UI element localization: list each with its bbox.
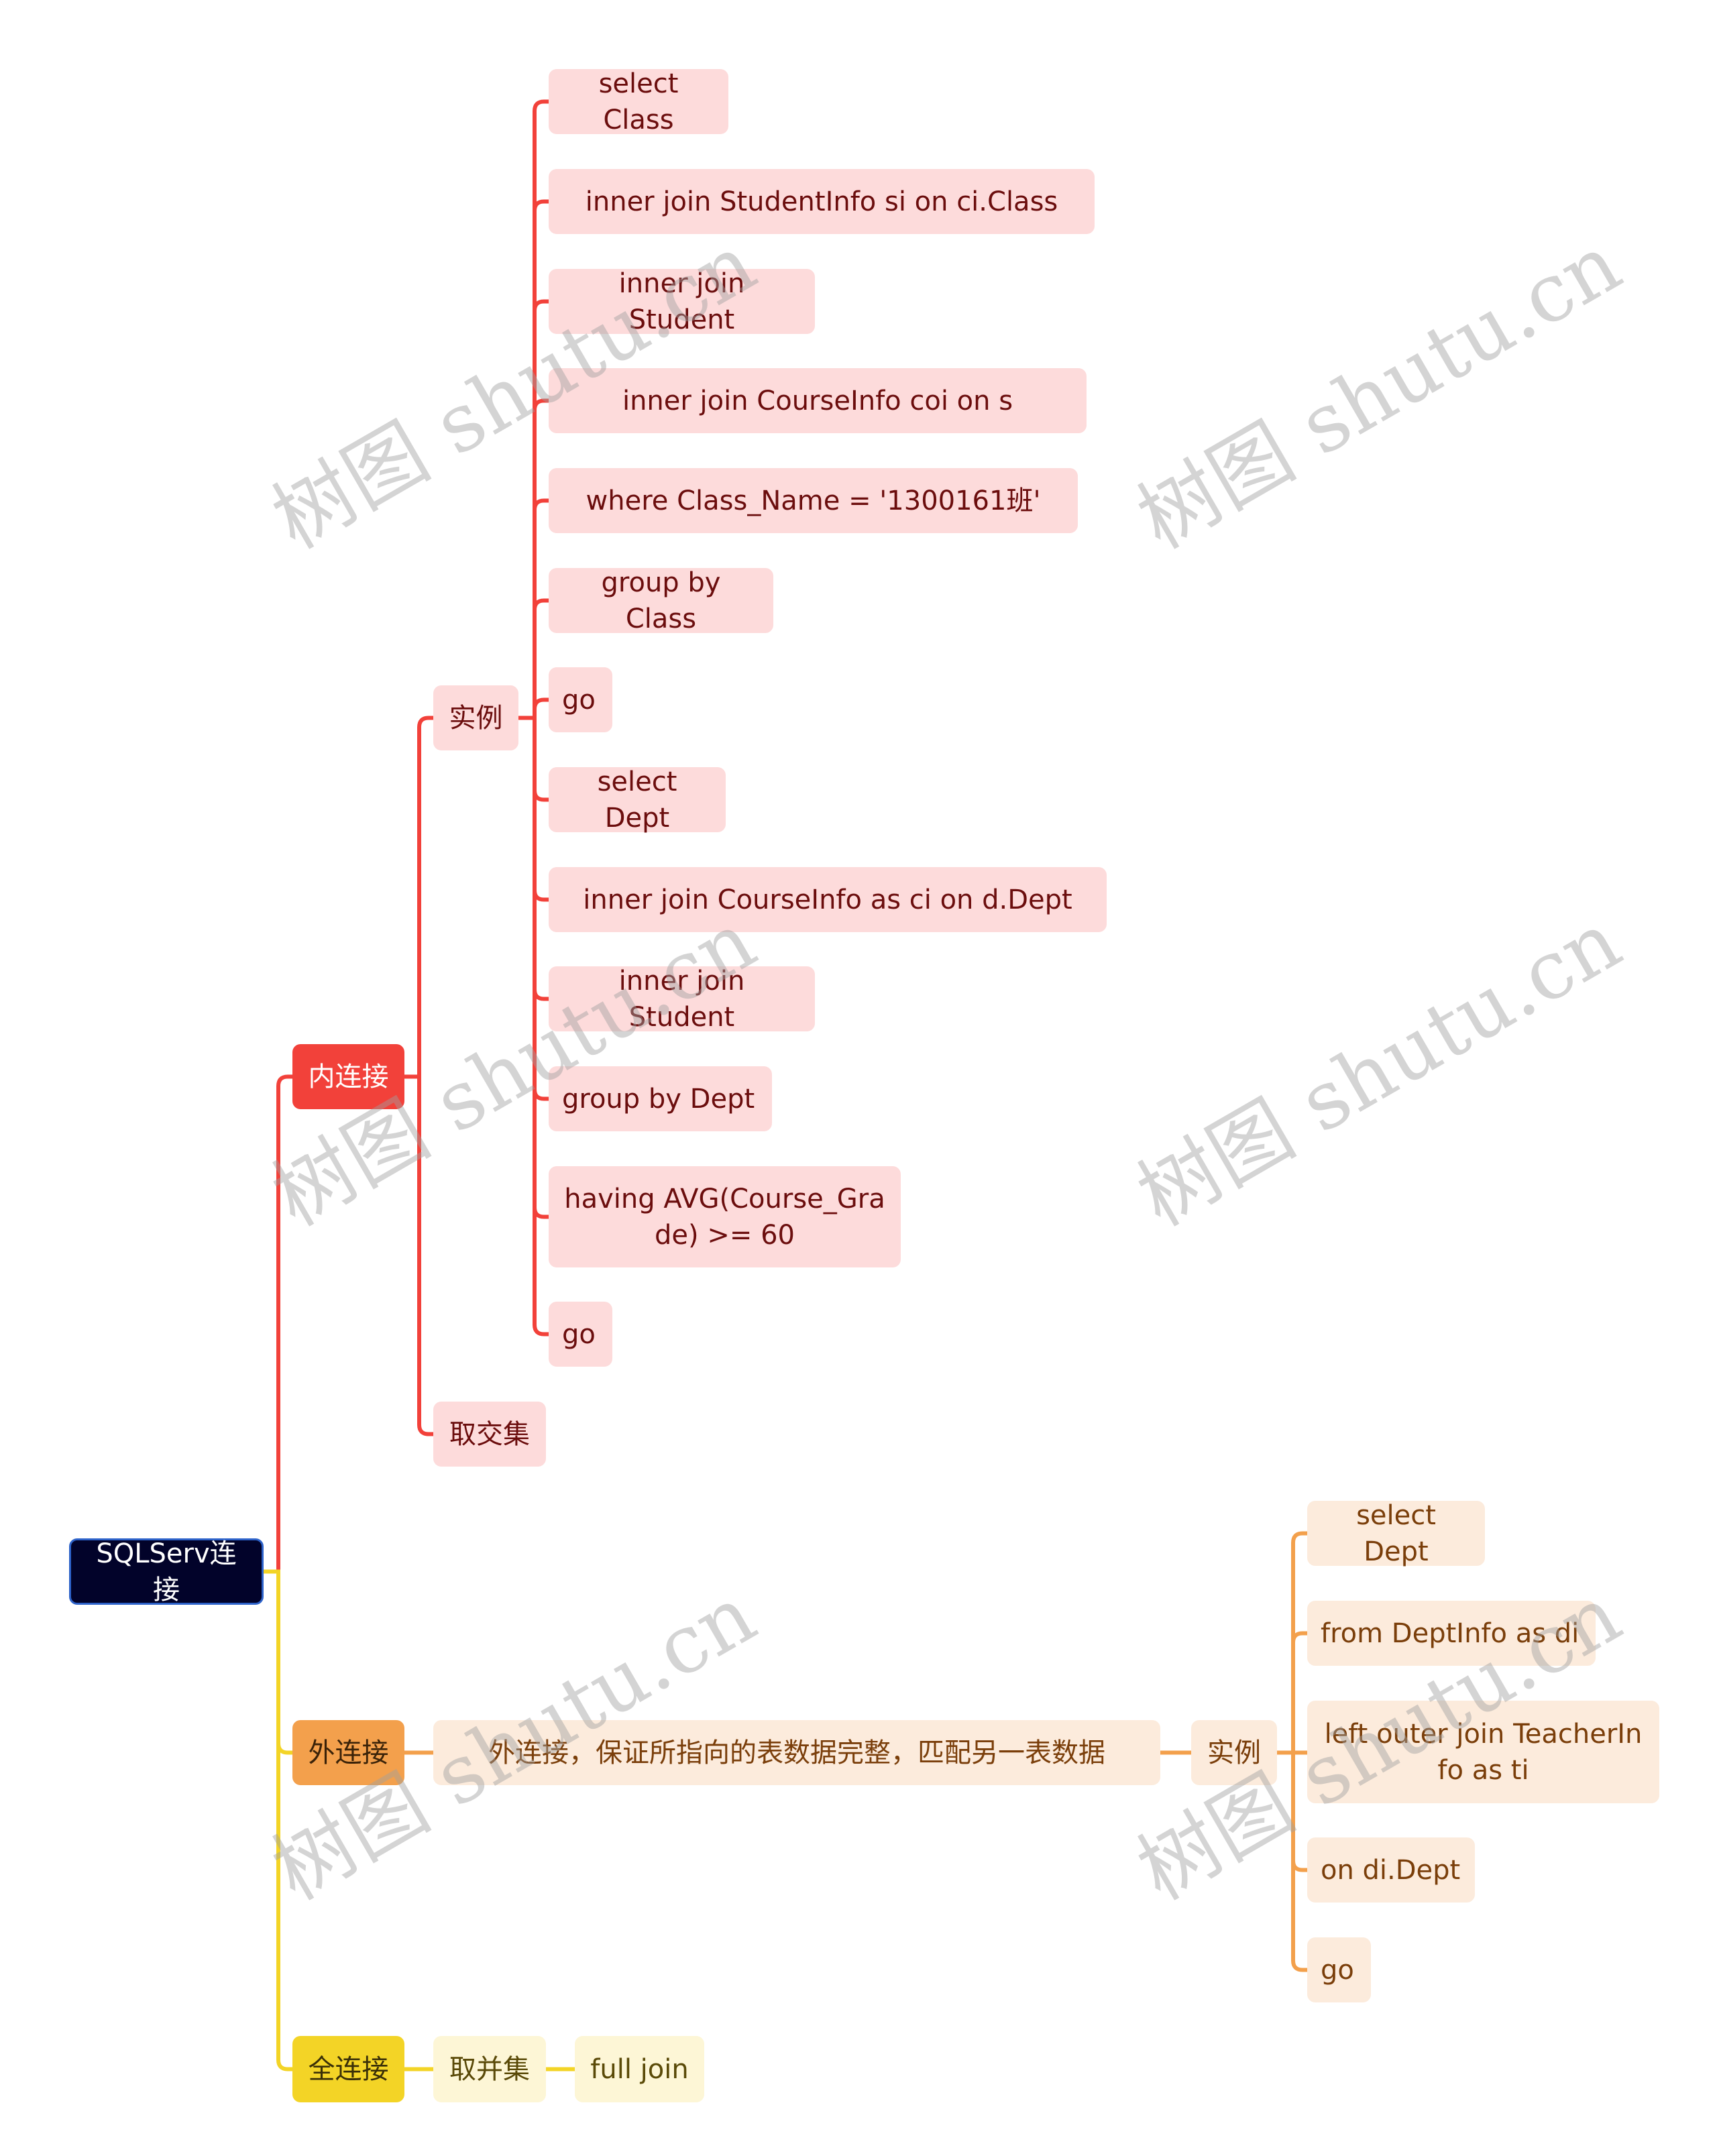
inner-example-item[interactable]: having AVG(Course_Gra de) >= 60 bbox=[549, 1166, 901, 1267]
inner-example-item[interactable]: go bbox=[549, 1302, 612, 1367]
connector-root-full bbox=[262, 1569, 294, 2072]
outer-example-item[interactable]: from DeptInfo as di bbox=[1307, 1601, 1596, 1666]
connector-inner-item bbox=[516, 716, 551, 1337]
outer-example-item[interactable]: go bbox=[1307, 1937, 1371, 2002]
outer-join-node[interactable]: 外连接 bbox=[292, 1720, 404, 1785]
inner-example-item[interactable]: select Dept bbox=[549, 767, 726, 834]
inner-example-item[interactable]: inner join CourseInfo as ci on d.Dept bbox=[549, 867, 1107, 932]
inner-example-item[interactable]: inner join Student bbox=[549, 966, 815, 1033]
connector-inner-example bbox=[402, 716, 435, 1079]
inner-join-note-node[interactable]: 取交集 bbox=[433, 1402, 546, 1467]
outer-join-description-node[interactable]: 外连接，保证所指向的表数据完整，匹配另一表数据 bbox=[433, 1720, 1160, 1785]
inner-join-example-node[interactable]: 实例 bbox=[433, 685, 518, 750]
inner-example-item[interactable]: select Class bbox=[549, 68, 728, 135]
connector-lines bbox=[262, 99, 1309, 2072]
inner-join-node[interactable]: 内连接 bbox=[292, 1044, 404, 1109]
connector-root-inner bbox=[262, 1074, 294, 1574]
inner-example-item[interactable]: go bbox=[549, 667, 612, 732]
inner-example-item[interactable]: inner join CourseInfo coi on s bbox=[549, 368, 1087, 433]
outer-join-example-node[interactable]: 实例 bbox=[1191, 1720, 1277, 1785]
inner-example-item[interactable]: group by Dept bbox=[549, 1066, 772, 1131]
outer-example-item[interactable]: select Dept bbox=[1307, 1500, 1485, 1567]
connector-outer-item bbox=[1275, 1631, 1309, 1755]
outer-example-item[interactable]: left outer join TeacherIn fo as ti bbox=[1307, 1701, 1659, 1803]
full-join-node[interactable]: 全连接 bbox=[292, 2036, 404, 2102]
inner-example-item[interactable]: inner join Student bbox=[549, 268, 815, 335]
full-join-example-node[interactable]: full join bbox=[575, 2036, 704, 2102]
inner-example-item[interactable]: where Class_Name = '1300161班' bbox=[549, 468, 1078, 533]
connector-outer-item bbox=[1275, 1750, 1309, 1972]
root-node[interactable]: SQLServ连接 bbox=[69, 1538, 264, 1605]
full-join-note-node[interactable]: 取并集 bbox=[433, 2036, 546, 2102]
inner-example-item[interactable]: inner join StudentInfo si on ci.Class bbox=[549, 169, 1095, 234]
mindmap-canvas: SQLServ连接 内连接 实例 取交集 select Class inner … bbox=[0, 0, 1717, 2156]
connector-inner-note bbox=[402, 1074, 435, 1436]
outer-example-item[interactable]: on di.Dept bbox=[1307, 1837, 1475, 1903]
inner-example-item[interactable]: group by Class bbox=[549, 567, 773, 634]
